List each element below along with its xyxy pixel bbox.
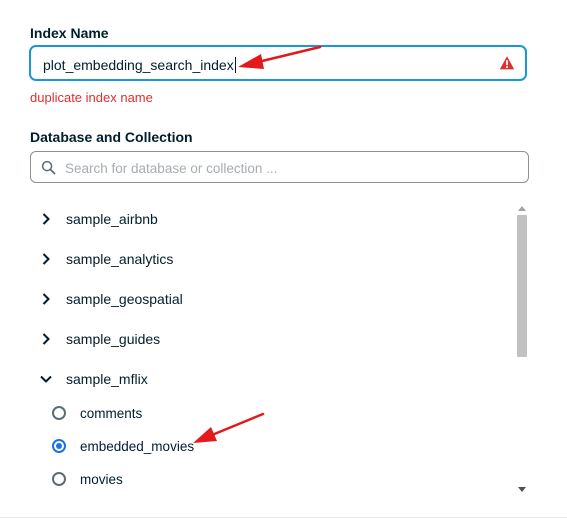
collection-name: embedded_movies [80, 438, 195, 454]
tree-item-sample-geospatial[interactable]: sample_geospatial [30, 279, 510, 319]
tree-item-sample-airbnb[interactable]: sample_airbnb [30, 199, 510, 239]
divider [0, 517, 567, 518]
database-tree: sample_airbnb sample_analytics sample_ge… [30, 199, 530, 499]
index-name-value[interactable]: plot_embedding_search_index [43, 57, 236, 73]
database-name: sample_mflix [66, 371, 148, 387]
database-name: sample_analytics [66, 251, 174, 267]
index-name-error: duplicate index name [30, 90, 153, 105]
chevron-right-icon [42, 253, 50, 265]
scroll-down-arrow-icon[interactable] [518, 487, 526, 493]
tree-scrollbar[interactable] [515, 199, 529, 499]
chevron-down-icon [40, 375, 52, 383]
index-name-input[interactable]: plot_embedding_search_index [29, 45, 527, 81]
index-name-label: Index Name [30, 25, 109, 41]
collection-item-movies[interactable]: movies [52, 464, 502, 494]
collection-radio[interactable] [52, 472, 66, 486]
collection-radio-selected[interactable] [52, 439, 66, 453]
database-name: sample_guides [66, 331, 161, 347]
chevron-right-icon [42, 293, 50, 305]
search-icon [41, 160, 56, 175]
tree-item-sample-analytics[interactable]: sample_analytics [30, 239, 510, 279]
chevron-right-icon [42, 333, 50, 345]
collection-item-comments[interactable]: comments [52, 398, 502, 428]
scrollbar-thumb[interactable] [517, 215, 527, 357]
tree-item-sample-mflix[interactable]: sample_mflix [30, 359, 510, 399]
collection-radio[interactable] [52, 406, 66, 420]
collection-name: comments [80, 405, 143, 421]
text-caret [234, 57, 236, 73]
database-name: sample_airbnb [66, 211, 158, 227]
tree-item-sample-guides[interactable]: sample_guides [30, 319, 510, 359]
warning-icon [499, 56, 515, 70]
scroll-up-arrow-icon[interactable] [518, 205, 526, 211]
database-collection-label: Database and Collection [30, 129, 193, 145]
database-search-input[interactable] [63, 156, 507, 180]
database-name: sample_geospatial [66, 291, 183, 307]
database-search-field[interactable] [30, 151, 529, 183]
chevron-right-icon [42, 213, 50, 225]
collection-item-embedded-movies[interactable]: embedded_movies [52, 431, 502, 461]
collection-name: movies [80, 471, 123, 487]
